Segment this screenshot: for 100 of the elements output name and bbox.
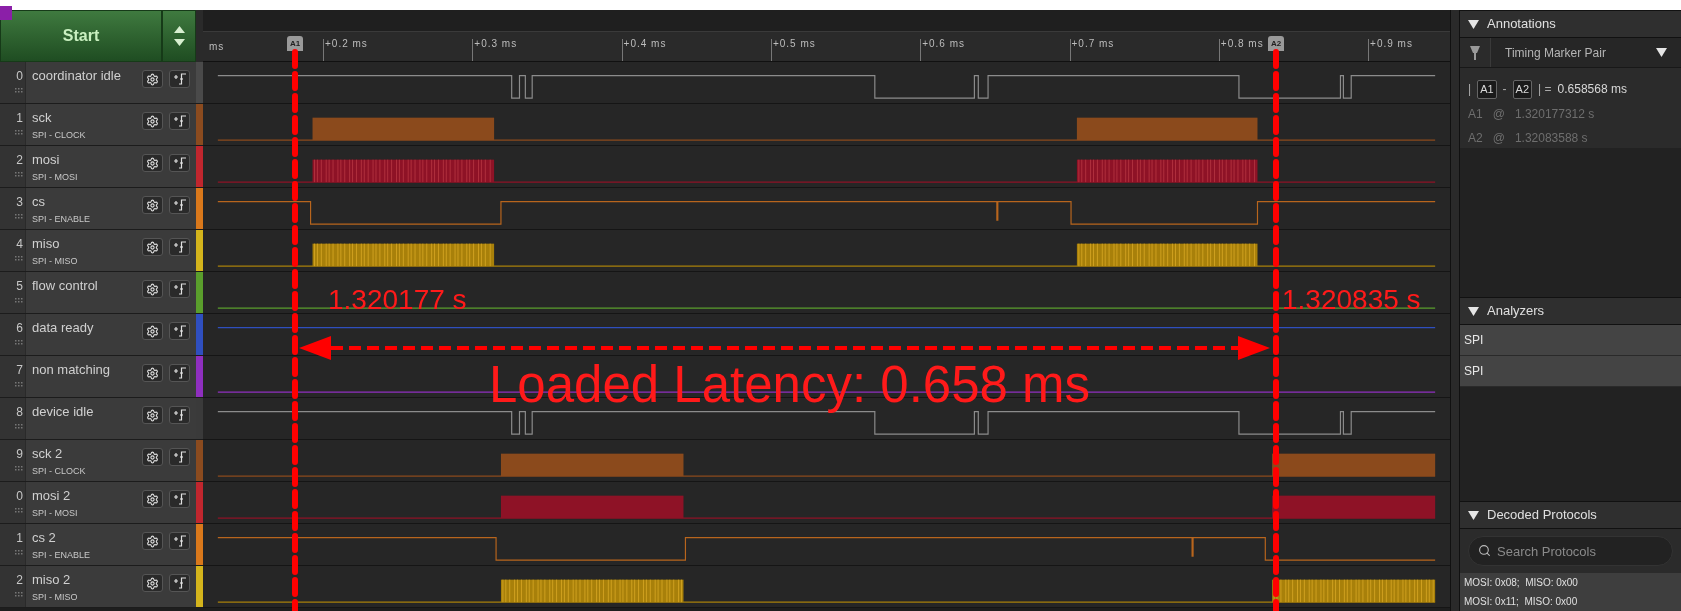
analyzer-label: SPI - MISO [32,255,79,267]
rising-edge-trigger-icon [172,73,187,85]
settings-icon [146,240,159,254]
channel-name: cs 2 [32,530,57,546]
settings-icon [146,492,159,506]
grip-icon [15,466,23,472]
analyzer-label: SPI - ENABLE [32,213,92,225]
corner-mark [0,6,12,20]
rising-edge-trigger-icon [172,577,187,589]
marker-type-dropdown[interactable]: Timing Marker Pair [1490,38,1681,67]
trigger-button[interactable] [169,112,190,130]
marker-badge: A1 [1477,80,1497,99]
decoded-row[interactable]: MOSI: 0x08; MISO: 0x00 [1460,573,1681,592]
channel-name: sck 2 [32,446,64,462]
panel-title: Annotations [1487,15,1556,34]
ruler-tick-label: +0.5 ms [770,39,816,61]
settings-button[interactable] [142,406,163,424]
ruler-tick-label: +0.3 ms [472,39,518,61]
settings-button[interactable] [142,490,163,508]
analyzer-label: SPI - CLOCK [32,465,87,477]
rising-edge-trigger-icon [172,157,187,169]
trigger-button[interactable] [169,364,190,382]
grip-icon [15,424,23,430]
operator-symbol: | [1468,81,1472,99]
collapse-triangle-icon [1468,19,1479,29]
settings-button[interactable] [142,70,163,88]
grip-icon [15,592,23,598]
analyzer-item[interactable]: SPI [1460,356,1681,387]
settings-button[interactable] [142,238,163,256]
trigger-button[interactable] [169,154,190,172]
rising-edge-trigger-icon [172,409,187,421]
settings-button[interactable] [142,196,163,214]
settings-icon [146,450,159,464]
channel-number: 1 [16,532,23,544]
settings-icon [146,114,159,128]
channel-number: 2 [16,574,23,586]
settings-icon [146,366,159,380]
panel-header[interactable]: Decoded Protocols [1460,501,1681,529]
marker-name: A1 [1468,105,1483,123]
settings-button[interactable] [142,322,163,340]
settings-button[interactable] [142,364,163,382]
rising-edge-trigger-icon [172,199,187,211]
trigger-button[interactable] [169,280,190,298]
channel-name: mosi [32,152,61,168]
grip-icon [15,256,23,262]
rising-edge-trigger-icon [172,535,187,547]
trigger-button[interactable] [169,490,190,508]
marker-difference-value: 0.658568 ms [1557,81,1627,99]
trigger-button[interactable] [169,70,190,88]
operator-symbol: - [1502,81,1507,99]
up-down-arrows-icon [173,26,185,46]
trigger-button[interactable] [169,574,190,592]
grip-icon [15,214,23,220]
grip-icon [15,382,23,388]
channel-name: miso 2 [32,572,72,588]
marker-flag[interactable]: A2 [1268,36,1284,51]
channel-name: data ready [32,320,95,336]
panel-header[interactable]: Analyzers [1460,297,1681,325]
analyzer-label: SPI - ENABLE [32,549,92,561]
marker-flag[interactable]: A1 [287,36,303,51]
settings-icon [146,72,159,86]
panel-header[interactable]: Annotations [1460,10,1681,38]
trigger-button[interactable] [169,196,190,214]
trigger-button[interactable] [169,238,190,256]
collapse-triangle-icon [1468,306,1479,316]
settings-button[interactable] [142,574,163,592]
grip-icon [15,130,23,136]
decoded-row[interactable]: MOSI: 0x11; MISO: 0x00 [1460,592,1681,611]
settings-button[interactable] [142,532,163,550]
channel-number: 0 [16,70,23,82]
channel-number: 6 [16,322,23,334]
ruler-tick-label: +0.7 ms [1069,39,1115,61]
analyzer-label: SPI - MISO [32,591,79,603]
operator-symbol: | = [1538,81,1552,99]
channel-number: 7 [16,364,23,376]
channel-number: 0 [16,490,23,502]
marker-badge: A2 [1512,80,1533,99]
scrollbar-track[interactable] [1450,10,1460,611]
channel-number: 4 [16,238,23,250]
settings-button[interactable] [142,154,163,172]
trigger-button[interactable] [169,448,190,466]
rising-edge-trigger-icon [172,451,187,463]
analyzer-label: SPI - MOSI [32,507,79,519]
channel-name: coordinator idle [32,68,122,84]
settings-button[interactable] [142,112,163,130]
trigger-button[interactable] [169,322,190,340]
panel-title: Decoded Protocols [1487,506,1597,525]
trigger-button[interactable] [169,532,190,550]
grip-icon [15,340,23,346]
search-field[interactable]: Search Protocols [1468,536,1673,566]
settings-button[interactable] [142,280,163,298]
analyzer-item[interactable]: SPI [1460,325,1681,356]
start-options-button[interactable] [162,10,196,62]
start-button[interactable]: Start [0,10,162,62]
settings-icon [146,576,159,590]
channel-number: 3 [16,196,23,208]
grip-icon [15,88,23,94]
trigger-button[interactable] [169,406,190,424]
settings-button[interactable] [142,448,163,466]
grip-icon [15,298,23,304]
